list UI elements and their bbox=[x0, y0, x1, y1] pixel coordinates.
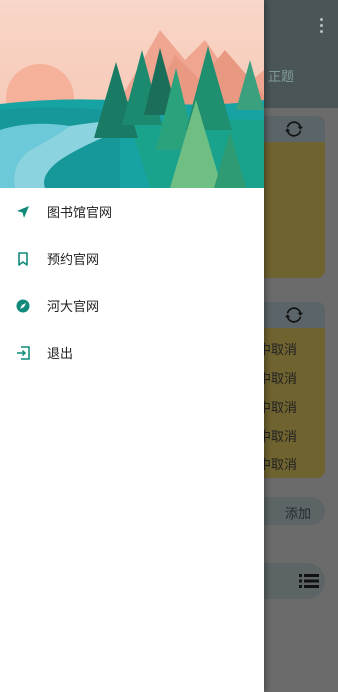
list-icon bbox=[299, 574, 319, 588]
menu-item-label: 退出 bbox=[47, 347, 74, 362]
menu-item-label: 河大官网 bbox=[47, 300, 100, 315]
refresh-icon bbox=[285, 307, 303, 323]
refresh-icon bbox=[285, 121, 303, 137]
logout-icon bbox=[17, 345, 30, 360]
drawer-header-illustration bbox=[0, 0, 264, 188]
bookmark-icon bbox=[18, 251, 28, 266]
menu-item-logout[interactable]: 退出 bbox=[0, 329, 264, 376]
drawer-menu: 图书馆官网 预约官网 河大官网 退出 bbox=[0, 188, 264, 376]
navigation-arrow-icon bbox=[17, 205, 29, 218]
more-vert-icon bbox=[320, 18, 324, 36]
menu-item-reservation-site[interactable]: 预约官网 bbox=[0, 235, 264, 282]
add-button-label: 添加 bbox=[284, 507, 311, 522]
compass-icon bbox=[16, 299, 30, 312]
menu-item-label: 图书馆官网 bbox=[47, 206, 113, 221]
landscape-illustration bbox=[0, 0, 264, 188]
menu-item-label: 预约官网 bbox=[47, 253, 100, 268]
app-tab-label: 正题 bbox=[268, 70, 295, 85]
navigation-drawer: 图书馆官网 预约官网 河大官网 退出 bbox=[0, 0, 264, 692]
menu-item-library-site[interactable]: 图书馆官网 bbox=[0, 188, 264, 235]
menu-item-university-site[interactable]: 河大官网 bbox=[0, 282, 264, 329]
